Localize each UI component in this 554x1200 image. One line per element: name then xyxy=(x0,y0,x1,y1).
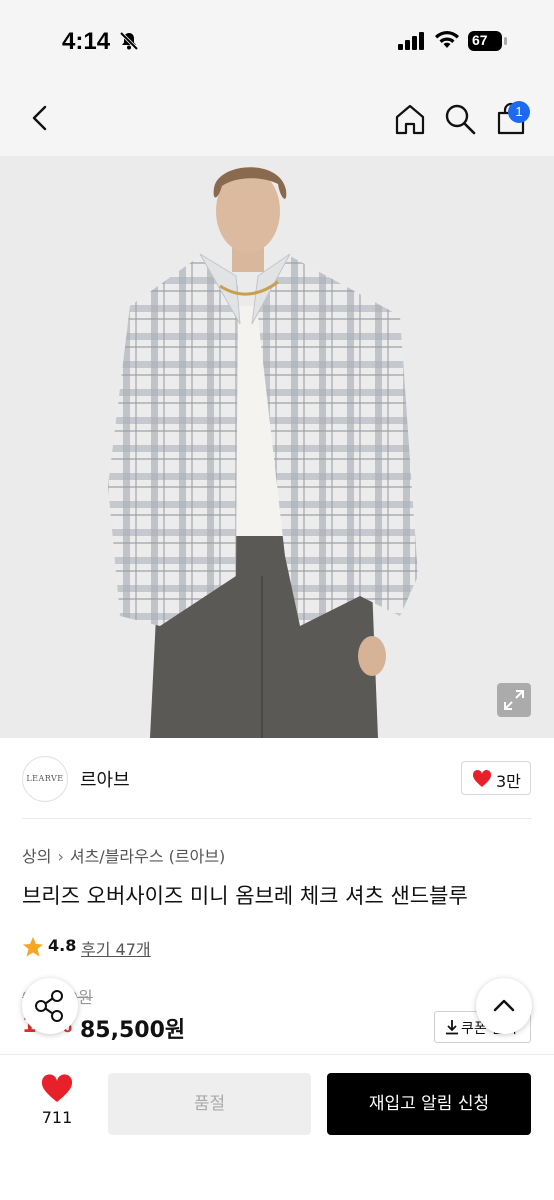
star-icon xyxy=(23,937,43,957)
rating-score: 4.8 xyxy=(48,936,77,955)
expand-image-button[interactable] xyxy=(497,683,531,717)
expand-icon xyxy=(504,690,524,710)
share-icon xyxy=(35,990,63,1022)
top-nav xyxy=(0,80,554,156)
sale-price: 85,500원 xyxy=(80,1018,186,1043)
heart-icon xyxy=(41,1074,73,1102)
share-button[interactable] xyxy=(22,978,78,1034)
model-photo xyxy=(0,156,554,738)
sold-out-button[interactable]: 품절 xyxy=(108,1073,311,1135)
brand-logo[interactable]: LEARVE xyxy=(22,756,68,802)
breadcrumb-level1[interactable]: 상의 xyxy=(22,847,51,866)
battery-level: 67 xyxy=(472,32,488,48)
download-icon xyxy=(446,1020,458,1035)
product-title: 브리즈 오버사이즈 미니 옴브레 체크 셔츠 샌드블루 xyxy=(22,884,468,908)
status-time: 4:14 xyxy=(62,28,111,55)
divider xyxy=(22,818,532,819)
chevron-right-icon: › xyxy=(57,847,64,866)
restock-notification-button[interactable]: 재입고 알림 신청 xyxy=(327,1073,531,1135)
cellular-signal-icon xyxy=(398,32,424,50)
search-icon[interactable] xyxy=(443,102,477,136)
breadcrumb: 상의 › 셔츠/블라우스 (르아브) xyxy=(22,843,225,867)
brand-like-button[interactable]: 3만 xyxy=(461,761,531,795)
heart-icon xyxy=(472,769,492,787)
bell-muted-icon xyxy=(119,31,139,51)
battery-icon: 67 xyxy=(468,30,508,52)
scroll-to-top-button[interactable] xyxy=(476,978,532,1034)
home-icon[interactable] xyxy=(393,102,427,136)
wifi-icon xyxy=(435,31,459,48)
back-arrow-icon[interactable] xyxy=(26,102,56,134)
product-image[interactable] xyxy=(0,156,554,738)
cart-count-badge: 1 xyxy=(508,101,530,123)
status-bar: 4:14 67 xyxy=(0,0,554,80)
chevron-up-icon xyxy=(493,999,515,1012)
breadcrumb-level2[interactable]: 셔츠/블라우스 (르아브) xyxy=(70,847,225,866)
brand-like-count: 3만 xyxy=(496,772,521,791)
wishlist-count: 711 xyxy=(41,1108,73,1127)
wishlist-button[interactable]: 711 xyxy=(22,1070,92,1134)
review-link[interactable]: 후기 47개 xyxy=(81,936,151,960)
brand-name[interactable]: 르아브 xyxy=(80,766,130,792)
